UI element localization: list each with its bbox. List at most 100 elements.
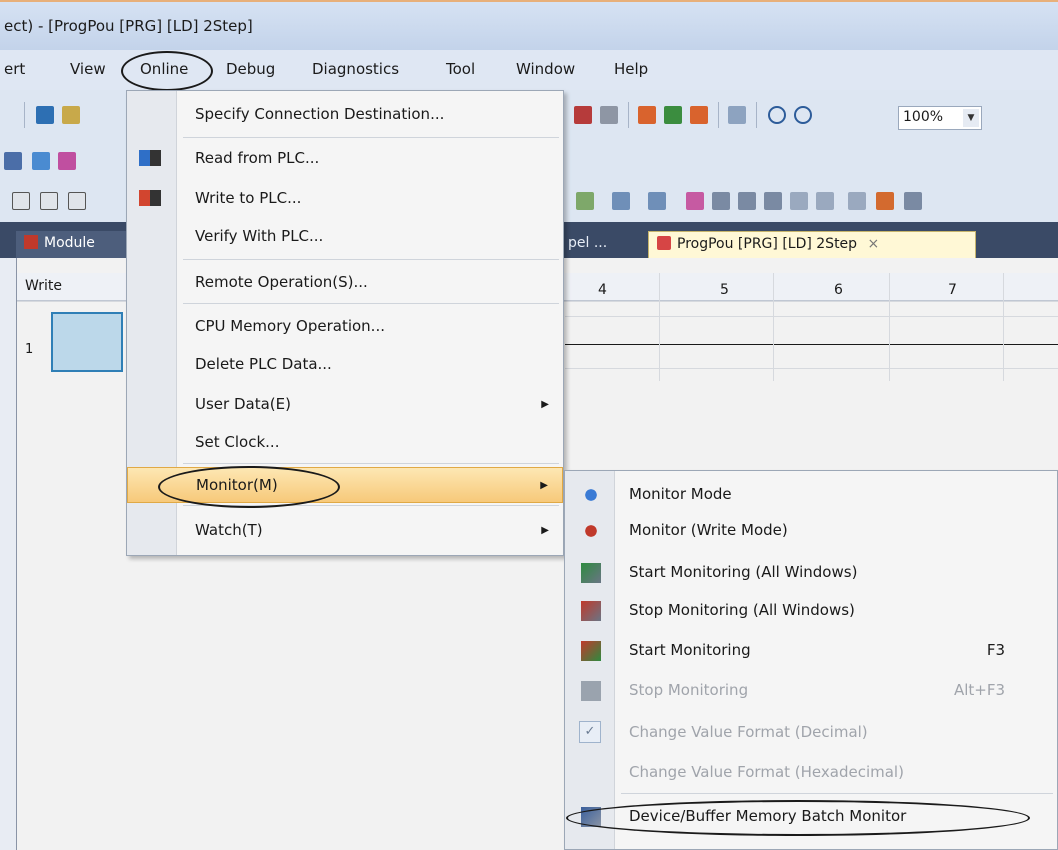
project-icon[interactable] [4, 152, 22, 170]
menu-separator [183, 303, 559, 304]
menu-item-label: Read from PLC... [195, 149, 320, 167]
menu-item-specify-connection[interactable]: Specify Connection Destination... [127, 97, 563, 133]
menu-item-cpu-memory-operation[interactable]: CPU Memory Operation... [127, 309, 563, 345]
af-contact-icon[interactable] [68, 192, 86, 210]
device-write-icon[interactable] [600, 106, 618, 124]
menu-item-label: Start Monitoring (All Windows) [629, 563, 858, 581]
menu-item-label: Monitor(M) [196, 476, 278, 494]
row-number: 1 [25, 342, 34, 357]
menu-item-delete-plc-data[interactable]: Delete PLC Data... [127, 347, 563, 383]
checkmark-icon: ✓ [579, 721, 601, 743]
ladder-tool-icon[interactable] [686, 192, 704, 210]
monitor-mode-icon [581, 485, 601, 505]
submenu-arrow-icon: ▶ [541, 399, 549, 410]
menu-item-label: Device/Buffer Memory Batch Monitor [629, 807, 907, 825]
menu-item-watch[interactable]: Watch(T) ▶ [127, 513, 563, 549]
ladder-tool-icon[interactable] [904, 192, 922, 210]
menu-item-set-clock[interactable]: Set Clock... [127, 425, 563, 461]
ladder-tool-icon[interactable] [712, 192, 730, 210]
ladder-tool-icon[interactable] [876, 192, 894, 210]
menu-item-start-monitoring[interactable]: Start Monitoring F3 [565, 633, 1057, 669]
stop-monitoring-all-icon [581, 601, 601, 621]
grid-line [889, 273, 890, 381]
menu-item-label: Stop Monitoring [629, 681, 749, 699]
jump-icon[interactable] [690, 106, 708, 124]
menu-item-device-buffer-batch-monitor[interactable]: Device/Buffer Memory Batch Monitor [565, 799, 1057, 835]
ladder-tool-icon[interactable] [612, 192, 630, 210]
menu-item-label: CPU Memory Operation... [195, 317, 385, 335]
menu-item-stop-monitoring-all[interactable]: Stop Monitoring (All Windows) [565, 593, 1057, 629]
print-icon[interactable] [728, 106, 746, 124]
menu-item-user-data[interactable]: User Data(E) ▶ [127, 387, 563, 423]
menu-item-read-from-plc[interactable]: Read from PLC... [127, 141, 563, 177]
tab-progpou[interactable]: ProgPou [PRG] [LD] 2Step × [648, 231, 976, 258]
menu-insert[interactable]: ert [4, 60, 25, 78]
stop-monitoring-icon [581, 681, 601, 701]
ladder-tool-icon[interactable] [764, 192, 782, 210]
menu-debug[interactable]: Debug [226, 60, 275, 78]
zoom-in-icon[interactable] [768, 106, 786, 124]
tab-pel-label: pel ... [568, 235, 608, 251]
online-menu: Specify Connection Destination... Read f… [126, 90, 564, 556]
monitor-write-mode-icon [581, 521, 601, 541]
menu-view[interactable]: View [70, 60, 106, 78]
program-icon [657, 236, 671, 250]
menu-item-verify-with-plc[interactable]: Verify With PLC... [127, 219, 563, 255]
chevron-down-icon: ▼ [963, 109, 979, 127]
menu-item-change-format-hex: Change Value Format (Hexadecimal) [565, 755, 1057, 791]
search-icon[interactable] [638, 106, 656, 124]
menu-item-label: Monitor (Write Mode) [629, 521, 788, 539]
write-mode-label: Write [25, 278, 62, 294]
sf8-contact-icon[interactable] [40, 192, 58, 210]
ladder-tool-icon[interactable] [738, 192, 756, 210]
tab-module-label: Module [44, 235, 95, 251]
menu-item-label: User Data(E) [195, 395, 291, 413]
menu-item-change-format-decimal: ✓ Change Value Format (Decimal) [565, 715, 1057, 751]
ladder-tool-icon[interactable] [576, 192, 594, 210]
menu-online[interactable]: Online [140, 60, 188, 78]
menu-item-monitor-mode[interactable]: Monitor Mode [565, 477, 1057, 513]
menu-item-monitor-write-mode[interactable]: Monitor (Write Mode) [565, 513, 1057, 549]
cut-icon[interactable] [36, 106, 54, 124]
menu-item-label: Remote Operation(S)... [195, 273, 368, 291]
menu-diagnostics[interactable]: Diagnostics [312, 60, 399, 78]
menu-tool[interactable]: Tool [446, 60, 475, 78]
tab-progpou-label: ProgPou [PRG] [LD] 2Step [677, 236, 858, 252]
replace-icon[interactable] [664, 106, 682, 124]
menu-help[interactable]: Help [614, 60, 648, 78]
tab-module[interactable]: Module [16, 231, 128, 258]
ladder-tool-icon[interactable] [790, 192, 808, 210]
close-icon[interactable]: × [868, 236, 880, 252]
menu-separator [183, 259, 559, 260]
menu-item-monitor[interactable]: Monitor(M) ▶ [127, 467, 563, 503]
ladder-tool-icon[interactable] [816, 192, 834, 210]
menu-bar: ert View Online Debug Diagnostics Tool W… [0, 50, 1058, 90]
menu-item-remote-operation[interactable]: Remote Operation(S)... [127, 265, 563, 301]
menu-separator [183, 505, 559, 506]
ladder-tool-icon[interactable] [848, 192, 866, 210]
batch-monitor-icon [581, 807, 601, 827]
column-header-4: 4 [598, 282, 607, 298]
shortcut-label: F3 [986, 641, 1005, 659]
sf7-contact-icon[interactable] [12, 192, 30, 210]
start-monitoring-all-icon [581, 563, 601, 583]
menu-item-label: Watch(T) [195, 521, 263, 539]
tab-pel[interactable]: pel ... [560, 231, 615, 258]
shortcut-label: Alt+F3 [953, 681, 1005, 699]
ladder-cursor[interactable] [51, 312, 123, 372]
io-icon[interactable] [58, 152, 76, 170]
menu-item-start-monitoring-all[interactable]: Start Monitoring (All Windows) [565, 555, 1057, 591]
menu-item-write-to-plc[interactable]: Write to PLC... [127, 181, 563, 217]
device-read-icon[interactable] [574, 106, 592, 124]
menu-item-label: Verify With PLC... [195, 227, 324, 245]
edit-icon[interactable] [32, 152, 50, 170]
menu-item-label: Monitor Mode [629, 485, 732, 503]
zoom-select[interactable]: 100% ▼ [898, 106, 982, 130]
zoom-out-icon[interactable] [794, 106, 812, 124]
menu-item-label: Start Monitoring [629, 641, 751, 659]
menu-separator [183, 463, 559, 464]
column-header-5: 5 [720, 282, 729, 298]
ladder-tool-icon[interactable] [648, 192, 666, 210]
menu-window[interactable]: Window [516, 60, 575, 78]
copy-icon[interactable] [62, 106, 80, 124]
